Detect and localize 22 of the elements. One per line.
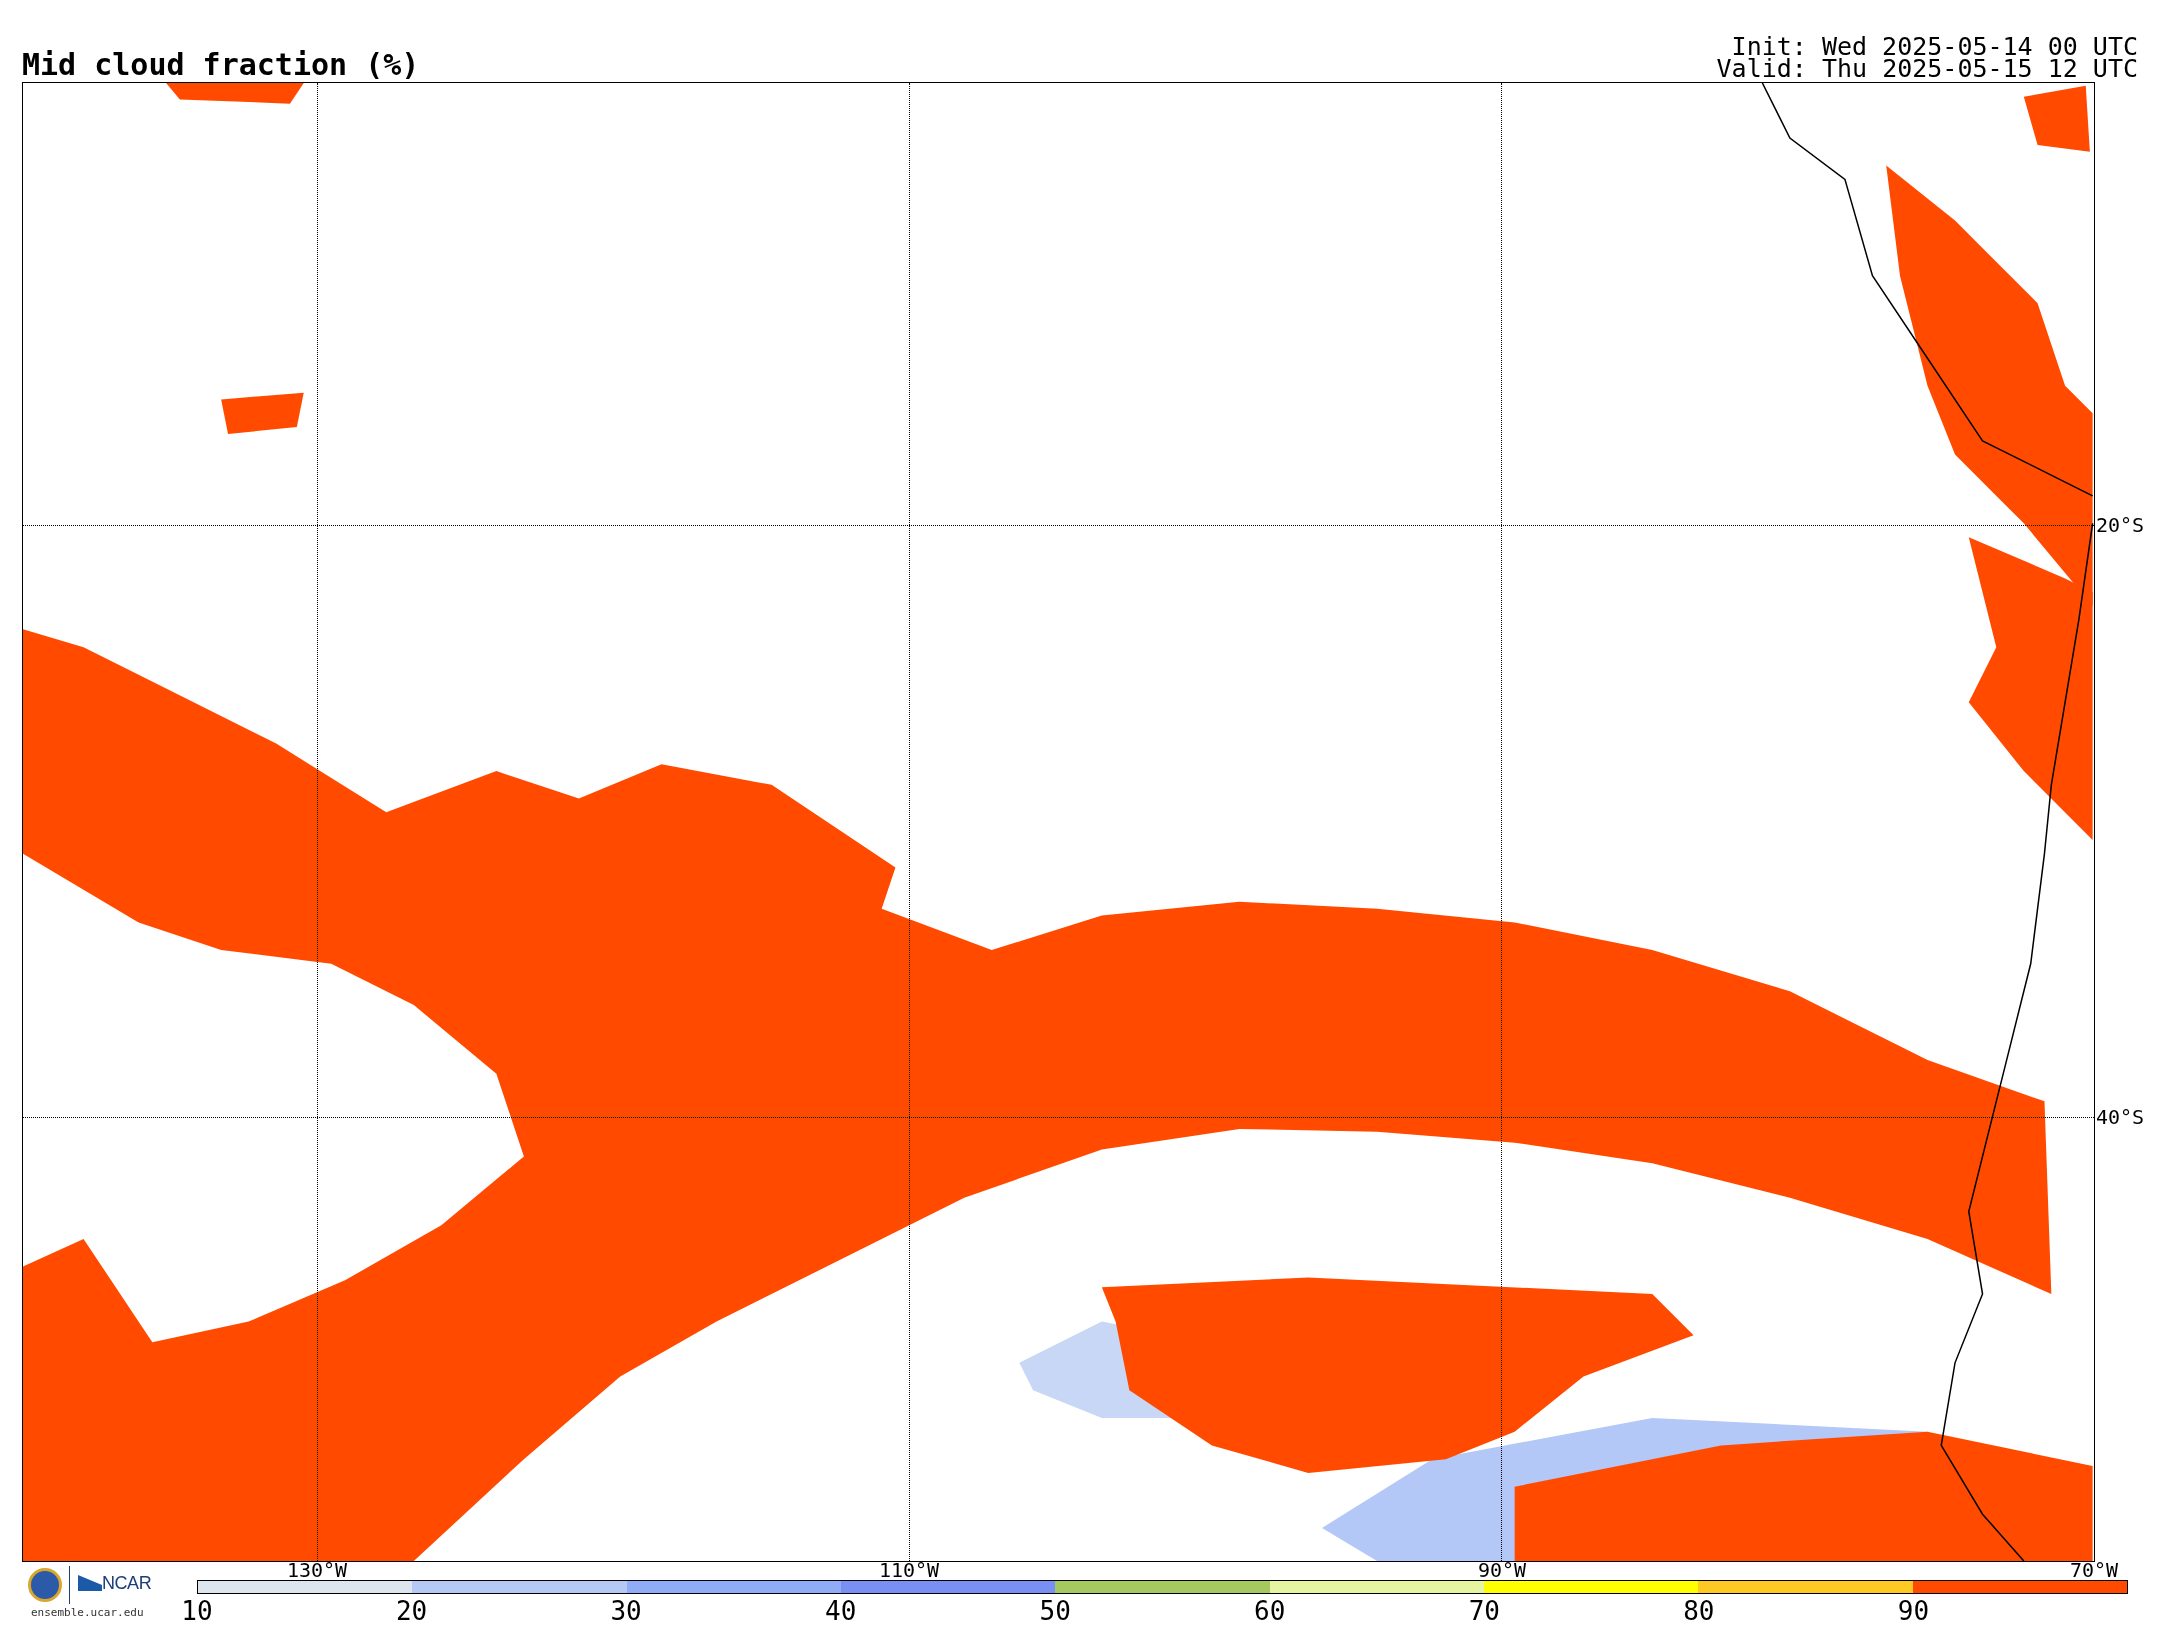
longitude-label: 130°W	[286, 1560, 348, 1580]
ncar-flag-icon	[78, 1575, 102, 1591]
longitude-label: 70°W	[2069, 1560, 2119, 1580]
seal-logo-icon	[28, 1568, 62, 1602]
colorbar-tick-label: 20	[395, 1598, 428, 1624]
colorbar-tick-label: 10	[181, 1598, 213, 1624]
longitude-label: 90°W	[1477, 1560, 1527, 1580]
colorbar-tick-label: 30	[610, 1598, 642, 1624]
colorbar-tick-label: 50	[1039, 1598, 1071, 1624]
colorbar-tick-label: 40	[825, 1598, 857, 1624]
latitude-label: 20°S	[2096, 515, 2145, 535]
colorbar-tick-label: 60	[1254, 1598, 1286, 1624]
init-time-text: Init: Wed 2025-05-14 00 UTC	[1731, 36, 2138, 58]
valid-time-text: Valid: Thu 2025-05-15 12 UTC	[1716, 58, 2138, 80]
chart-title: Mid cloud fraction (%)	[22, 50, 420, 80]
colorbar-tick-label: 80	[1683, 1598, 1715, 1624]
colorbar-tick-label: 70	[1468, 1598, 1500, 1624]
url-text: ensemble.ucar.edu	[31, 1607, 144, 1618]
logo-text: NCAR	[102, 1574, 152, 1592]
longitude-label: 110°W	[878, 1560, 940, 1580]
latitude-label: 40°S	[2096, 1107, 2145, 1127]
colorbar-tick-label: 90	[1897, 1598, 1930, 1624]
